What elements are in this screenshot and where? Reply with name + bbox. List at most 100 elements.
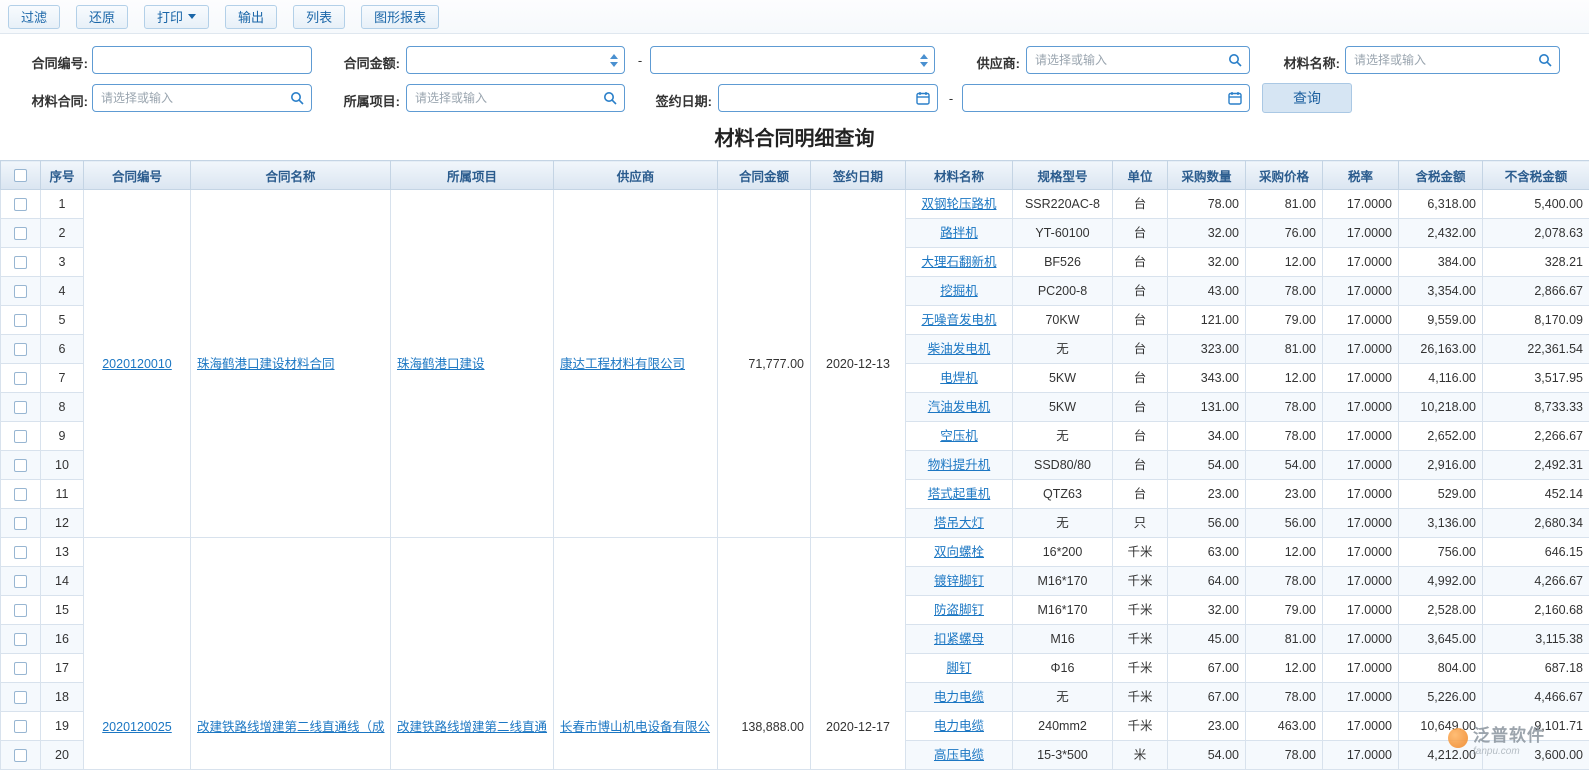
- contract-no-field[interactable]: [92, 46, 312, 74]
- search-icon[interactable]: [1228, 53, 1249, 67]
- row-checkbox[interactable]: [14, 401, 27, 415]
- material-name-link[interactable]: 挖掘机: [940, 284, 978, 298]
- toolbar-list-button[interactable]: 列表: [293, 4, 346, 29]
- row-checkbox[interactable]: [14, 517, 27, 531]
- project-field[interactable]: [406, 84, 625, 112]
- material-name-link[interactable]: 柴油发电机: [928, 342, 991, 356]
- sign-date-end-field[interactable]: [962, 84, 1250, 112]
- toolbar-print-button[interactable]: 打印: [144, 4, 210, 29]
- search-icon[interactable]: [1538, 53, 1559, 67]
- cell-qty: 23.00: [1167, 711, 1246, 741]
- spinner-down-icon[interactable]: [920, 61, 928, 67]
- contract-name-link[interactable]: 珠海鹤港口建设材料合同: [197, 357, 335, 371]
- row-select-cell: [0, 682, 41, 712]
- toolbar-export-button[interactable]: 输出: [225, 4, 278, 29]
- cell-material-name: 电力电缆: [905, 682, 1013, 712]
- contract-no-input[interactable]: [93, 47, 311, 73]
- supplier-field[interactable]: [1026, 46, 1250, 74]
- material-name-link[interactable]: 汽油发电机: [928, 400, 991, 414]
- toolbar-graph-report-button[interactable]: 图形报表: [361, 4, 440, 29]
- row-checkbox[interactable]: [14, 488, 27, 502]
- material-name-link[interactable]: 镀锌脚钉: [934, 574, 984, 588]
- row-checkbox[interactable]: [14, 227, 27, 241]
- material-name-link[interactable]: 双钢轮压路机: [921, 197, 996, 211]
- calendar-icon[interactable]: [1228, 91, 1249, 105]
- material-name-link[interactable]: 防盗脚钉: [934, 603, 984, 617]
- contract-amount-max-input[interactable]: [651, 47, 918, 73]
- material-name-link[interactable]: 扣紧螺母: [934, 632, 984, 646]
- cell-tax-rate: 17.0000: [1322, 682, 1399, 712]
- row-checkbox[interactable]: [14, 430, 27, 444]
- row-checkbox[interactable]: [14, 691, 27, 705]
- cell-no-tax-amount: 5,400.00: [1482, 189, 1589, 219]
- material-name-link[interactable]: 电焊机: [940, 371, 978, 385]
- spinner-arrows[interactable]: [918, 47, 934, 73]
- sign-date-start-input[interactable]: [719, 85, 916, 111]
- contract-name-link[interactable]: 改建铁路线增建第二线直通线（成: [197, 720, 385, 734]
- material-name-link[interactable]: 空压机: [940, 429, 978, 443]
- material-name-label: 材料名称:: [1283, 56, 1340, 71]
- sign-date-start-field[interactable]: [718, 84, 938, 112]
- material-name-link[interactable]: 高压电缆: [934, 748, 984, 762]
- row-checkbox[interactable]: [14, 459, 27, 473]
- spinner-down-icon[interactable]: [610, 61, 618, 67]
- contract-amount-min-field[interactable]: [406, 46, 625, 74]
- calendar-icon[interactable]: [916, 91, 937, 105]
- material-name-field[interactable]: [1345, 46, 1560, 74]
- material-name-link[interactable]: 脚钉: [946, 661, 971, 675]
- row-checkbox[interactable]: [14, 198, 27, 212]
- row-checkbox[interactable]: [14, 604, 27, 618]
- row-checkbox[interactable]: [14, 749, 27, 763]
- material-name-link[interactable]: 电力电缆: [934, 719, 984, 733]
- project-link[interactable]: 珠海鹤港口建设: [397, 357, 485, 371]
- project-link[interactable]: 改建铁路线增建第二线直通: [397, 720, 547, 734]
- row-checkbox[interactable]: [14, 372, 27, 386]
- cell-price: 79.00: [1245, 595, 1323, 625]
- cell-spec: BF526: [1012, 247, 1113, 277]
- sign-date-end-input[interactable]: [963, 85, 1228, 111]
- contract-amount-min-input[interactable]: [407, 47, 608, 73]
- contract-no-link[interactable]: 2020120025: [102, 720, 172, 734]
- cell-unit: 千米: [1112, 682, 1168, 712]
- material-name-link[interactable]: 电力电缆: [934, 690, 984, 704]
- material-name-link[interactable]: 塔式起重机: [928, 487, 991, 501]
- spinner-arrows[interactable]: [608, 47, 624, 73]
- project-input[interactable]: [407, 85, 603, 111]
- spinner-up-icon[interactable]: [610, 53, 618, 59]
- toolbar-filter-button[interactable]: 过滤: [8, 4, 61, 29]
- select-all-checkbox[interactable]: [14, 169, 27, 183]
- row-checkbox[interactable]: [14, 343, 27, 357]
- material-name-link[interactable]: 物料提升机: [928, 458, 991, 472]
- material-name-input[interactable]: [1346, 47, 1538, 73]
- supplier-link[interactable]: 长春市博山机电设备有限公: [560, 720, 710, 734]
- row-checkbox[interactable]: [14, 285, 27, 299]
- row-checkbox[interactable]: [14, 314, 27, 328]
- row-checkbox[interactable]: [14, 546, 27, 560]
- toolbar-restore-button[interactable]: 还原: [76, 4, 129, 29]
- select-all-header[interactable]: [0, 160, 41, 190]
- contract-amount-max-field[interactable]: [650, 46, 935, 74]
- contract-no-link[interactable]: 2020120010: [102, 357, 172, 371]
- search-icon[interactable]: [290, 91, 311, 105]
- cell-tax-rate: 17.0000: [1322, 450, 1399, 480]
- material-contract-field[interactable]: [92, 84, 312, 112]
- row-checkbox[interactable]: [14, 662, 27, 676]
- material-name-link[interactable]: 路拌机: [940, 226, 978, 240]
- row-checkbox[interactable]: [14, 256, 27, 270]
- row-checkbox[interactable]: [14, 633, 27, 647]
- spinner-up-icon[interactable]: [920, 53, 928, 59]
- supplier-input[interactable]: [1027, 47, 1228, 73]
- material-name-link[interactable]: 大理石翻新机: [921, 255, 996, 269]
- cell-material-name: 塔式起重机: [905, 479, 1013, 509]
- material-contract-input[interactable]: [93, 85, 290, 111]
- material-name-link[interactable]: 无噪音发电机: [921, 313, 996, 327]
- query-button[interactable]: 查询: [1262, 83, 1352, 113]
- cell-spec: M16: [1012, 624, 1113, 654]
- material-name-link[interactable]: 双向螺栓: [934, 545, 984, 559]
- cell-contract-name: 珠海鹤港口建设材料合同: [190, 189, 391, 538]
- supplier-link[interactable]: 康达工程材料有限公司: [560, 357, 685, 371]
- material-name-link[interactable]: 塔吊大灯: [934, 516, 984, 530]
- search-icon[interactable]: [603, 91, 624, 105]
- row-checkbox[interactable]: [14, 720, 27, 734]
- row-checkbox[interactable]: [14, 575, 27, 589]
